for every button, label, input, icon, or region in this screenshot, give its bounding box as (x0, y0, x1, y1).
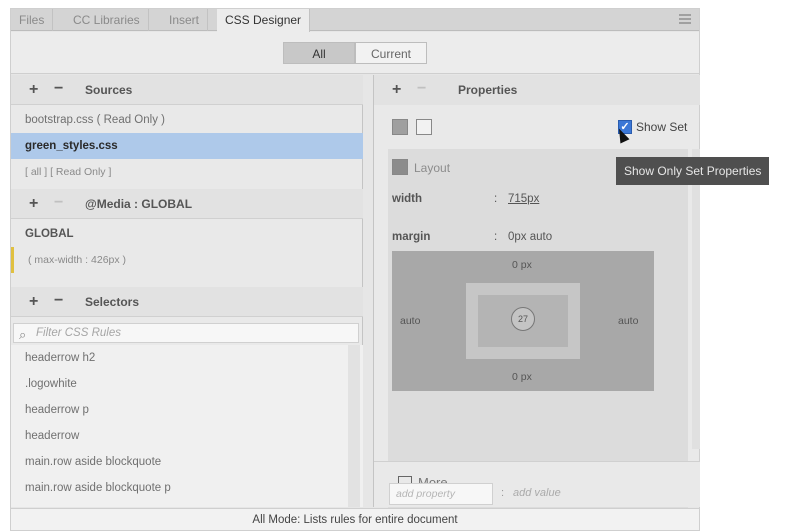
margin-box-model: 0 px 0 px auto auto 27 (392, 251, 654, 391)
selector-item[interactable]: headerrow h2 (11, 345, 363, 371)
media-title: @Media : GLOBAL (85, 197, 193, 211)
panel-tab-bar: Files CC Libraries Insert CSS Designer (11, 9, 699, 32)
margin-label: margin (392, 231, 431, 243)
mode-toggle-bar: All Current (11, 32, 699, 74)
link-margins-icon[interactable]: 27 (511, 307, 535, 331)
selector-item[interactable]: headerrow p (11, 397, 363, 423)
selector-item[interactable]: main.row aside blockquote (11, 449, 363, 475)
tab-files[interactable]: Files (11, 9, 54, 31)
media-item[interactable]: GLOBAL (11, 221, 363, 247)
remove-property-icon[interactable]: − (417, 80, 426, 98)
margin-right-value[interactable]: auto (618, 315, 638, 327)
selector-scrollbar[interactable] (348, 345, 360, 507)
filter-placeholder: Filter CSS Rules (36, 327, 121, 339)
margin-left-value[interactable]: auto (400, 315, 420, 327)
add-value-separator: : (501, 487, 505, 499)
show-set-label: Show Set (636, 120, 688, 134)
remove-media-icon[interactable]: − (54, 194, 63, 212)
source-item[interactable]: [ all ] [ Read Only ] (11, 159, 363, 185)
properties-header: + − Properties (374, 75, 700, 105)
add-selector-icon[interactable]: + (29, 293, 38, 311)
width-value[interactable]: 715px (508, 193, 539, 205)
layout-label: Layout (414, 161, 451, 175)
selector-item[interactable]: headerrow (11, 423, 363, 449)
margin-top-value[interactable]: 0 px (512, 259, 532, 271)
sources-title: Sources (85, 83, 133, 97)
layout-view-icon[interactable] (392, 119, 408, 135)
margin-value[interactable]: 0px auto (508, 231, 552, 243)
remove-source-icon[interactable]: − (54, 80, 63, 98)
status-bar: All Mode: Lists rules for entire documen… (11, 508, 699, 530)
selector-item[interactable]: .logowhite (11, 371, 363, 397)
source-item-selected[interactable]: green_styles.css (11, 133, 363, 159)
media-item[interactable]: ( max-width : 426px ) (11, 247, 363, 273)
tab-insert[interactable]: Insert (161, 9, 209, 31)
filter-css-rules-input[interactable]: ⌕ Filter CSS Rules (13, 323, 359, 343)
selectors-title: Selectors (85, 295, 140, 309)
add-property-icon[interactable]: + (392, 81, 401, 99)
source-item[interactable]: bootstrap.css ( Read Only ) (11, 107, 363, 133)
collapse-view-icon[interactable] (416, 119, 432, 135)
tab-css-designer[interactable]: CSS Designer (217, 9, 311, 32)
remove-selector-icon[interactable]: − (54, 292, 63, 310)
add-media-icon[interactable]: + (29, 195, 38, 213)
width-separator: : (494, 193, 498, 205)
margin-separator: : (494, 231, 498, 243)
properties-column: + − Properties ✓ Show Set Layout width :… (373, 75, 700, 509)
selector-item[interactable]: main.row aside blockquote p (11, 475, 363, 501)
show-set-tooltip: Show Only Set Properties (616, 157, 770, 185)
selectors-header: + − Selectors (11, 287, 363, 317)
left-column: + − Sources bootstrap.css ( Read Only ) … (11, 75, 363, 507)
add-source-icon[interactable]: + (29, 81, 38, 99)
sources-header: + − Sources (11, 75, 363, 105)
panel-menu-icon[interactable] (679, 14, 691, 25)
selector-list: headerrow h2 .logowhite headerrow p head… (11, 345, 363, 507)
layout-icon (392, 159, 408, 175)
add-property-input[interactable]: add property (389, 483, 493, 505)
search-icon: ⌕ (19, 327, 27, 342)
mode-current-button[interactable]: Current (355, 42, 427, 64)
width-label: width (392, 193, 423, 205)
box-model-core: 27 (478, 295, 568, 347)
add-value-input[interactable]: add value (513, 487, 561, 499)
mode-all-button[interactable]: All (283, 42, 355, 64)
margin-bottom-value[interactable]: 0 px (512, 371, 532, 383)
media-header: + − @Media : GLOBAL (11, 189, 363, 219)
properties-title: Properties (458, 83, 518, 97)
box-model-inner: 27 (466, 283, 580, 359)
properties-scrollbar[interactable] (692, 149, 700, 449)
css-designer-panel: Files CC Libraries Insert CSS Designer A… (10, 8, 700, 531)
tab-cc-libraries[interactable]: CC Libraries (65, 9, 149, 31)
